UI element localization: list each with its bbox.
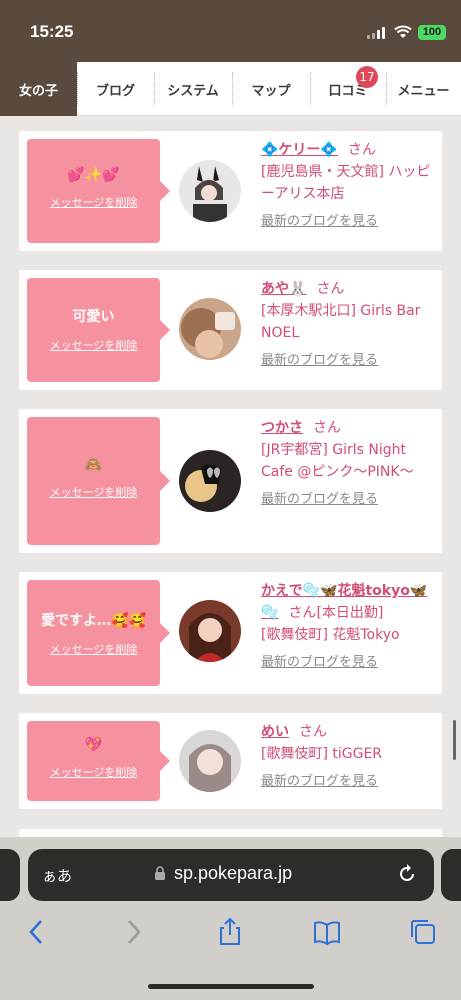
avatar[interactable] xyxy=(179,600,241,662)
message-bubble: 愛ですよ…🥰🥰 メッセージを削除 xyxy=(27,580,170,686)
girl-name-link[interactable]: あや🐰 xyxy=(261,281,306,297)
honorific: さん xyxy=(288,605,317,621)
shop-name[interactable]: [本厚木駅北口] Girls Bar NOEL xyxy=(261,303,420,341)
wifi-icon xyxy=(394,25,412,38)
latest-blog-link[interactable]: 最新のブログを見る xyxy=(261,350,433,372)
tab-blog[interactable]: ブログ xyxy=(77,62,154,116)
status-time: 15:25 xyxy=(30,22,74,41)
honorific: さん xyxy=(316,281,345,297)
message-text: 💖 xyxy=(84,737,103,753)
girl-info: あや🐰 さん [本厚木駅北口] Girls Bar NOEL 最新のブログを見る xyxy=(261,278,433,372)
latest-blog-link[interactable]: 最新のブログを見る xyxy=(261,771,433,793)
avatar[interactable] xyxy=(179,298,241,360)
girl-name-link[interactable]: 💠ケリー💠 xyxy=(261,142,338,158)
girl-info: つかさ さん [JR宇都宮] Girls Night Cafe @ピンク〜PINK… xyxy=(261,417,433,511)
cellular-signal-icon xyxy=(367,27,387,39)
tab-label: 女の子 xyxy=(18,83,58,99)
delete-message-link[interactable]: メッセージを削除 xyxy=(50,643,138,656)
url-text: sp.pokepara.jp xyxy=(174,863,293,883)
girl-info: めい さん [歌舞伎町] tiGGER 最新のブログを見る xyxy=(261,721,433,793)
previous-tab-preview[interactable] xyxy=(0,849,20,901)
delete-message-link[interactable]: メッセージを削除 xyxy=(50,339,138,352)
tab-menu[interactable]: メニュー xyxy=(386,62,461,116)
next-tab-preview[interactable] xyxy=(441,849,461,901)
list-item xyxy=(19,829,442,837)
top-nav: 女の子 ブログ システム マップ 口コミ 17 メニュー xyxy=(0,62,461,116)
latest-blog-link[interactable]: 最新のブログを見る xyxy=(261,652,433,674)
share-icon[interactable] xyxy=(215,917,245,947)
status-bar: 15:25 100 xyxy=(0,0,461,62)
page-settings-button[interactable]: ぁあ xyxy=(42,865,72,886)
message-bubble: 💖 メッセージを削除 xyxy=(27,721,170,801)
tab-label: マップ xyxy=(251,83,291,99)
message-bubble: 可愛い メッセージを削除 xyxy=(27,278,170,382)
list-item: 💕✨💕 メッセージを削除 💠ケリー💠 さん [鹿児島県・天文館] ハッピーアリス本… xyxy=(19,131,442,251)
honorific: さん xyxy=(347,142,376,158)
avatar[interactable] xyxy=(179,730,241,792)
list-item: 💖 メッセージを削除 めい さん [歌舞伎町] tiGGER 最新のブログを見る xyxy=(19,713,442,809)
latest-blog-link[interactable]: 最新のブログを見る xyxy=(261,489,433,511)
delete-message-link[interactable]: メッセージを削除 xyxy=(50,196,138,209)
girl-info: 💠ケリー💠 さん [鹿児島県・天文館] ハッピーアリス本店 最新のブログを見る xyxy=(261,139,433,233)
reload-icon[interactable] xyxy=(396,863,418,885)
reviews-count-badge: 17 xyxy=(356,66,378,88)
forward-icon[interactable] xyxy=(118,917,148,947)
tab-map[interactable]: マップ xyxy=(232,62,310,116)
shop-name[interactable]: [鹿児島県・天文館] ハッピーアリス本店 xyxy=(261,164,430,202)
avatar[interactable] xyxy=(179,160,241,222)
girl-name-link[interactable]: めい xyxy=(261,724,289,740)
tab-label: メニュー xyxy=(397,83,450,99)
shop-name[interactable]: [JR宇都宮] Girls Night Cafe @ピンク〜PINK〜 xyxy=(261,442,414,480)
tab-reviews[interactable]: 口コミ 17 xyxy=(310,62,386,116)
tab-girls[interactable]: 女の子 xyxy=(0,62,77,116)
shop-name[interactable]: [歌舞伎町] 花魁Tokyo xyxy=(261,627,400,643)
bookmarks-icon[interactable] xyxy=(312,917,342,947)
tab-system[interactable]: システム xyxy=(154,62,232,116)
home-indicator xyxy=(148,984,314,989)
girl-info: かえで🫧🦋花魁tokyo🦋🫧 さん[本日出勤] [歌舞伎町] 花魁Tokyo 最新… xyxy=(261,580,433,674)
tabs-icon[interactable] xyxy=(408,917,438,947)
working-today-tag: [本日出勤] xyxy=(316,605,384,621)
list-item: 可愛い メッセージを削除 あや🐰 さん [本厚木駅北口] Girls Bar NO… xyxy=(19,270,442,390)
scroll-indicator[interactable] xyxy=(453,720,456,760)
list-item: 愛ですよ…🥰🥰 メッセージを削除 かえで🫧🦋花魁tokyo🦋🫧 さん[本日出勤] … xyxy=(19,572,442,694)
honorific: さん xyxy=(299,724,327,740)
back-icon[interactable] xyxy=(22,917,52,947)
message-text: 愛ですよ…🥰🥰 xyxy=(41,613,146,629)
tab-label: システム xyxy=(167,83,219,99)
message-text: 💕✨💕 xyxy=(67,167,120,183)
girl-name-link[interactable]: つかさ xyxy=(261,420,303,436)
message-text: 可愛い xyxy=(72,309,115,325)
latest-blog-link[interactable]: 最新のブログを見る xyxy=(261,211,433,233)
tab-label: ブログ xyxy=(95,83,135,99)
message-bubble: 🙈 メッセージを削除 xyxy=(27,417,170,545)
browser-toolbar: ぁあ sp.pokepara.jp xyxy=(0,837,461,1000)
message-list: 💕✨💕 メッセージを削除 💠ケリー💠 さん [鹿児島県・天文館] ハッピーアリス本… xyxy=(0,117,461,837)
message-text: 🙈 xyxy=(84,457,103,473)
address-bar[interactable]: ぁあ sp.pokepara.jp xyxy=(28,849,434,901)
delete-message-link[interactable]: メッセージを削除 xyxy=(50,486,138,499)
avatar[interactable] xyxy=(179,450,241,512)
message-bubble: 💕✨💕 メッセージを削除 xyxy=(27,139,170,243)
shop-name[interactable]: [歌舞伎町] tiGGER xyxy=(261,746,382,762)
list-item: 🙈 メッセージを削除 つかさ さん [JR宇都宮] Girls Night Caf… xyxy=(19,409,442,553)
battery-icon: 100 xyxy=(418,25,446,40)
delete-message-link[interactable]: メッセージを削除 xyxy=(50,766,138,779)
honorific: さん xyxy=(313,420,341,436)
lock-icon xyxy=(155,866,165,880)
